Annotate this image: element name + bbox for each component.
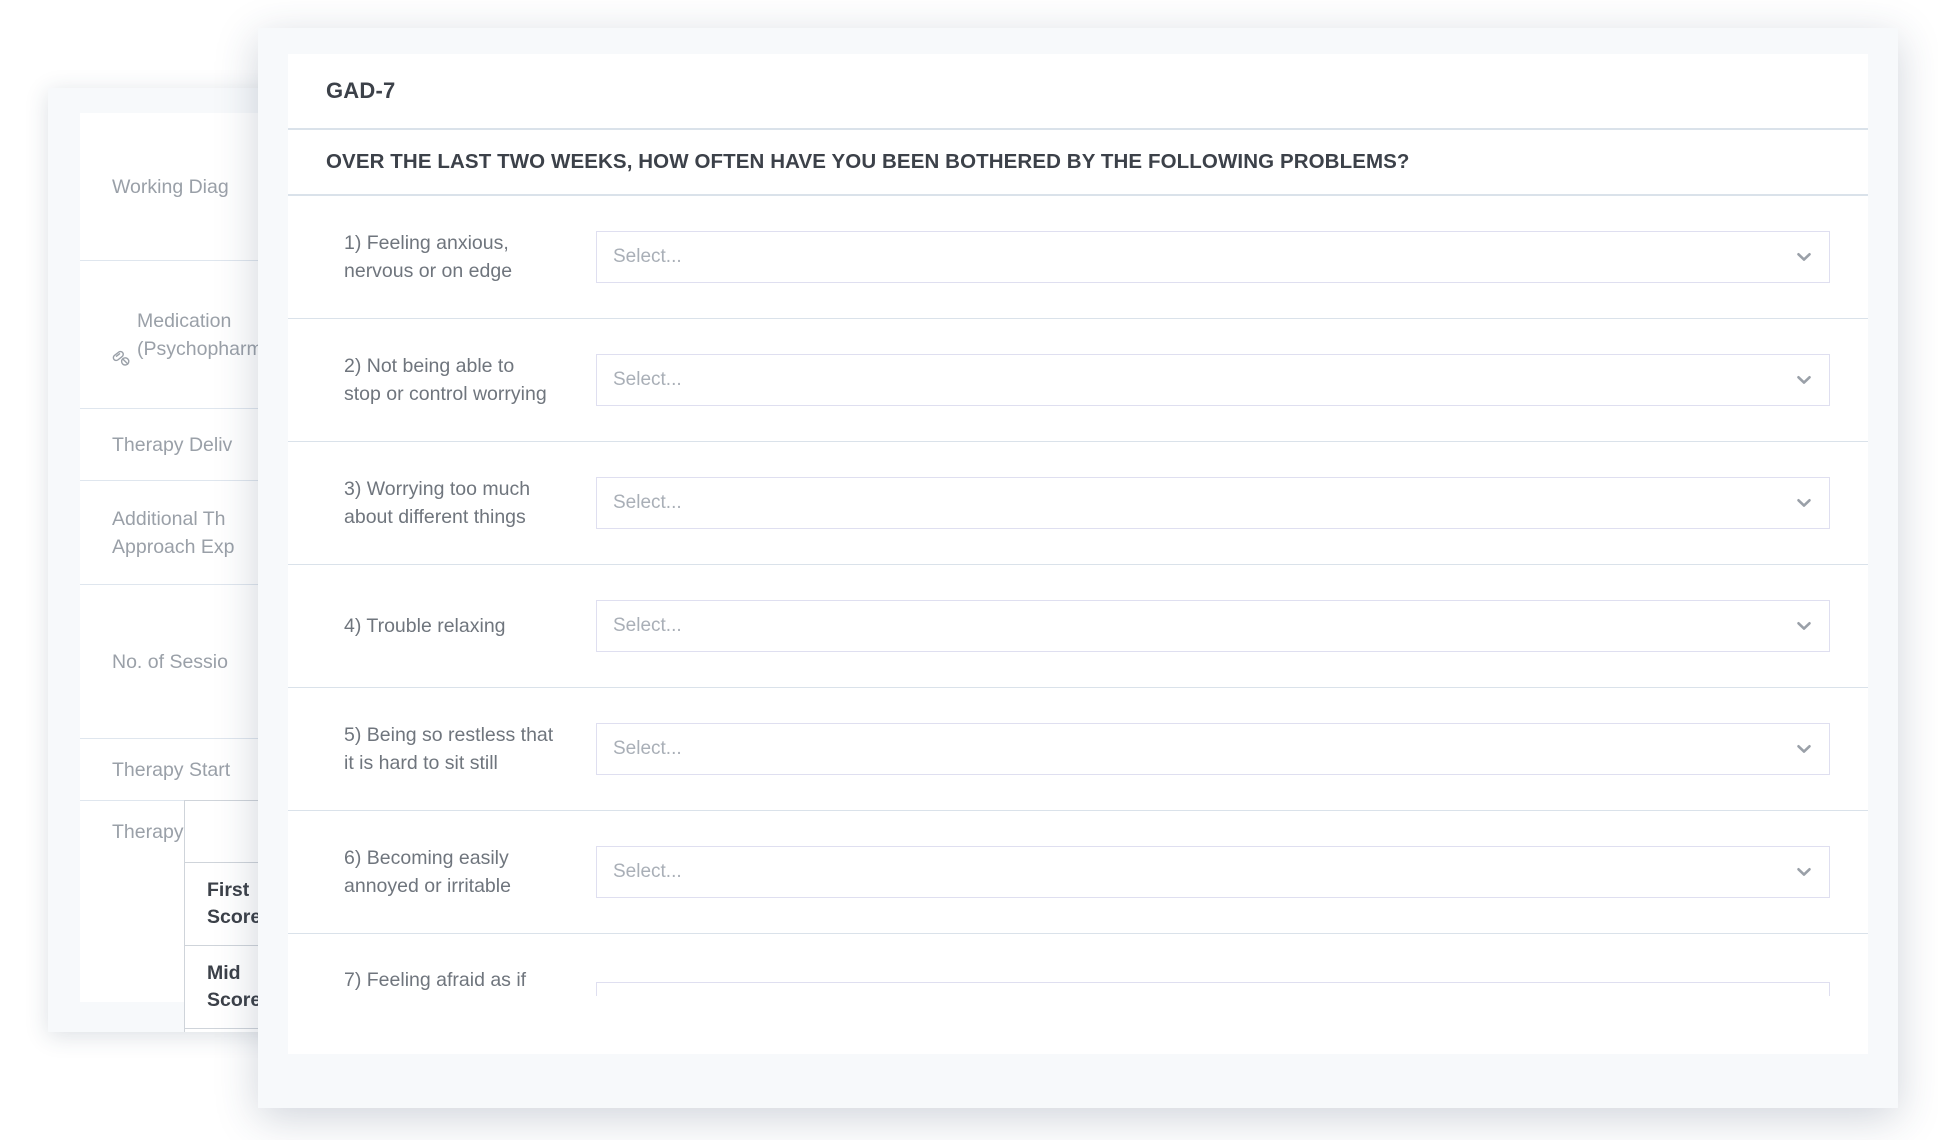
answer-select-5[interactable]: Select... — [596, 723, 1830, 775]
question-row-4: 4) Trouble relaxing Select... — [288, 565, 1868, 688]
chevron-down-icon[interactable] — [1793, 738, 1815, 760]
page-title: GAD-7 — [326, 78, 396, 103]
answer-select-value-3: Select... — [613, 492, 682, 513]
bg-row-label: Medication (Psychopharm — [137, 309, 263, 360]
question-row-5: 5) Being so restless that it is hard to … — [288, 688, 1868, 811]
question-row-7: 7) Feeling afraid as if something awful … — [288, 934, 1868, 996]
answer-select-value-4: Select... — [613, 615, 682, 636]
question-row-2: 2) Not being able to stop or control wor… — [288, 319, 1868, 442]
answer-select-1[interactable]: Select... — [596, 231, 1830, 283]
question-row-1: 1) Feeling anxious, nervous or on edge S… — [288, 196, 1868, 319]
chevron-down-icon[interactable] — [1793, 492, 1815, 514]
question-label-4: 4) Trouble relaxing — [344, 615, 506, 637]
question-label-6: 6) Becoming easily annoyed or irritable — [344, 847, 511, 897]
modal-title-bar: GAD-7 — [288, 54, 1868, 130]
pills-icon — [112, 319, 130, 366]
chevron-down-icon[interactable] — [1793, 246, 1815, 268]
answer-select-4[interactable]: Select... — [596, 600, 1830, 652]
answer-select-7[interactable]: Select... — [596, 981, 1830, 996]
question-control-5: Select... — [570, 723, 1830, 775]
modal-subtitle-bar: OVER THE LAST TWO WEEKS, HOW OFTEN HAVE … — [288, 130, 1868, 196]
answer-select-6[interactable]: Select... — [596, 846, 1830, 898]
questionnaire-instruction: OVER THE LAST TWO WEEKS, HOW OFTEN HAVE … — [326, 150, 1410, 173]
question-label-5: 5) Being so restless that it is hard to … — [344, 724, 554, 774]
answer-select-3[interactable]: Select... — [596, 477, 1830, 529]
answer-select-2[interactable]: Select... — [596, 354, 1830, 406]
chevron-down-icon[interactable] — [1793, 615, 1815, 637]
question-label-3: 3) Worrying too much about different thi… — [344, 478, 531, 528]
bg-row-label: No. of Sessio — [112, 650, 228, 673]
question-list: 1) Feeling anxious, nervous or on edge S… — [288, 196, 1868, 996]
answer-select-value-5: Select... — [613, 738, 682, 759]
modal-footer — [288, 996, 1868, 1054]
chevron-down-icon[interactable] — [1793, 861, 1815, 883]
answer-select-value-1: Select... — [613, 246, 682, 267]
modal-content: GAD-7 OVER THE LAST TWO WEEKS, HOW OFTEN… — [288, 54, 1868, 1054]
question-control-3: Select... — [570, 477, 1830, 529]
bg-row-label: Additional Th Approach Exp — [112, 507, 235, 558]
question-label-2: 2) Not being able to stop or control wor… — [344, 355, 547, 405]
question-label-1: 1) Feeling anxious, nervous or on edge — [344, 232, 513, 282]
bg-row-label: Working Diag — [112, 175, 229, 198]
question-control-1: Select... — [570, 231, 1830, 283]
question-control-2: Select... — [570, 354, 1830, 406]
question-control-7: Select... — [570, 981, 1830, 996]
question-control-4: Select... — [570, 600, 1830, 652]
answer-select-value-2: Select... — [613, 369, 682, 390]
gad7-questionnaire-modal: GAD-7 OVER THE LAST TWO WEEKS, HOW OFTEN… — [258, 28, 1898, 1108]
question-row-3: 3) Worrying too much about different thi… — [288, 442, 1868, 565]
question-label-7: 7) Feeling afraid as if something awful … — [344, 968, 527, 991]
answer-select-value-6: Select... — [613, 861, 682, 882]
bg-row-label: Therapy Deliv — [112, 433, 233, 456]
chevron-down-icon[interactable] — [1793, 369, 1815, 391]
question-row-6: 6) Becoming easily annoyed or irritable … — [288, 811, 1868, 934]
question-control-6: Select... — [570, 846, 1830, 898]
bg-row-label: Therapy Start — [112, 758, 231, 781]
